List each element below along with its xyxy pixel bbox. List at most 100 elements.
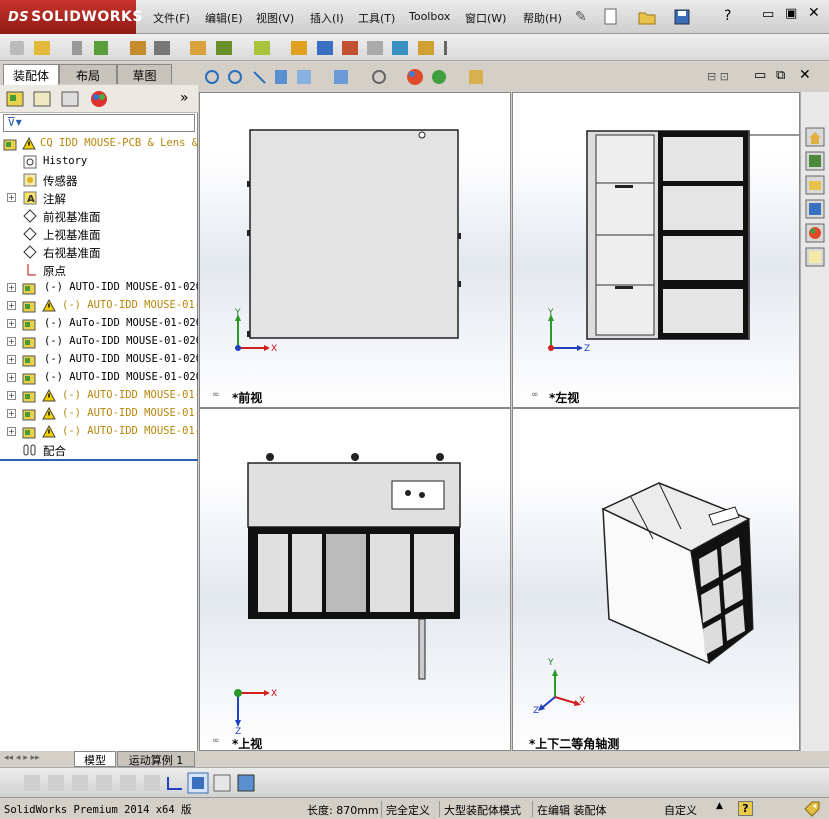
- origin-icon: [27, 264, 36, 276]
- expand-chevron-icon[interactable]: »: [180, 90, 189, 106]
- tree-item-mates[interactable]: 配合: [0, 441, 198, 459]
- menu-insert[interactable]: 插入(I): [310, 10, 344, 26]
- tree-item-component[interactable]: + (-) AUTO-IDD MOUSE-01-0205: [0, 351, 198, 369]
- app-logo[interactable]: DS SOLIDWORKS: [0, 0, 142, 34]
- expand-toggle[interactable]: +: [7, 427, 16, 436]
- save-icon[interactable]: [673, 8, 691, 26]
- axis-label-x: X: [271, 689, 278, 699]
- minimize-icon[interactable]: ▭: [762, 7, 774, 22]
- tree-item-component[interactable]: + (-) AUTO-IDD MOUSE-01-0: [0, 405, 198, 423]
- expand-toggle[interactable]: +: [7, 337, 16, 346]
- expand-toggle[interactable]: +: [7, 319, 16, 328]
- front-view-model[interactable]: [200, 93, 512, 409]
- menu-toolbox[interactable]: Toolbox: [409, 10, 450, 23]
- close-icon[interactable]: ✕: [808, 5, 820, 21]
- tree-filter[interactable]: ⊽▾: [3, 114, 195, 132]
- menu-view[interactable]: 视图(V): [256, 10, 294, 26]
- warning-icon: [42, 389, 56, 402]
- tree-item-component[interactable]: + (-) AUTO-IDD MOUSE-01-0: [0, 297, 198, 315]
- tree-item-component[interactable]: + (-) AuTo-IDD MOUSE-01-0203: [0, 333, 198, 351]
- view-toolbar-icons[interactable]: [20, 772, 260, 794]
- units-dropdown-icon[interactable]: ▲: [716, 801, 723, 811]
- rollback-bar[interactable]: [0, 459, 198, 461]
- help-icon[interactable]: ?: [724, 8, 731, 24]
- expand-toggle[interactable]: +: [7, 301, 16, 310]
- expand-toggle[interactable]: +: [7, 373, 16, 382]
- tree-item-component[interactable]: + (-) AUTO-IDD MOUSE-01-0: [0, 387, 198, 405]
- part-icon: [22, 283, 36, 295]
- tree-item-component[interactable]: + (-) AUTO-IDD MOUSE-01-0204: [0, 369, 198, 387]
- expand-toggle[interactable]: +: [7, 409, 16, 418]
- expand-toggle[interactable]: +: [7, 391, 16, 400]
- axis-label-z: Z: [533, 706, 540, 716]
- heads-up-toolbar: [199, 64, 511, 92]
- expand-toggle[interactable]: +: [7, 193, 16, 202]
- mates-icon: [23, 444, 36, 456]
- tab-motion-study[interactable]: 运动算例 1: [117, 751, 195, 767]
- plane-icon: [23, 227, 37, 241]
- warning-icon: [42, 407, 56, 420]
- status-length: 长度: 870mm: [307, 804, 379, 817]
- open-folder-icon[interactable]: [638, 8, 656, 26]
- new-document-icon[interactable]: [602, 8, 620, 26]
- feature-manager-icon[interactable]: [5, 89, 27, 109]
- menu-tools[interactable]: 工具(T): [358, 10, 395, 26]
- tag-icon[interactable]: [803, 800, 821, 818]
- sensor-icon: [23, 173, 37, 187]
- task-pane-icons[interactable]: [801, 92, 829, 272]
- menu-window[interactable]: 窗口(W): [465, 10, 506, 26]
- restore-icon[interactable]: ▣: [785, 6, 797, 21]
- viewport-minimize-icon[interactable]: ▭: [754, 68, 766, 83]
- viewport-front[interactable]: Y X ∞ *前视: [199, 92, 511, 408]
- tab-model[interactable]: 模型: [74, 751, 116, 767]
- tab-sketch[interactable]: 草图: [117, 64, 172, 84]
- tree-item-component[interactable]: + (-) AUTO-IDD MOUSE-01-0209: [0, 279, 198, 297]
- warning-icon: [22, 137, 36, 150]
- pin-icon[interactable]: ✎: [575, 9, 587, 25]
- help-icon[interactable]: ?: [738, 801, 753, 816]
- tree-item-component[interactable]: + (-) AuTo-IDD MOUSE-01-0202: [0, 315, 198, 333]
- toolbar-icons[interactable]: [8, 38, 448, 58]
- viewport-close-icon[interactable]: ✕: [799, 67, 811, 83]
- viewport-top-label: *上视: [232, 737, 263, 751]
- part-icon: [22, 319, 36, 331]
- configuration-manager-icon[interactable]: [60, 89, 82, 109]
- property-manager-icon[interactable]: [32, 89, 54, 109]
- menu-file[interactable]: 文件(F): [153, 10, 190, 26]
- tree-item-right-plane[interactable]: 右视基准面: [0, 243, 198, 261]
- tree-item-sensors[interactable]: 传感器: [0, 171, 198, 189]
- tab-scroll-arrows[interactable]: ◂◂ ◂ ▸ ▸▸: [4, 753, 40, 763]
- part-icon: [22, 427, 36, 439]
- menu-help[interactable]: 帮助(H): [523, 10, 562, 26]
- tree-root[interactable]: CQ IDD MOUSE-PCB & Lens &: [0, 135, 198, 153]
- display-manager-icon[interactable]: [88, 89, 110, 109]
- menu-edit[interactable]: 编辑(E): [205, 10, 243, 26]
- filter-icon[interactable]: ⊽▾: [7, 115, 22, 129]
- warning-icon: [42, 425, 56, 438]
- assembly-icon: [3, 139, 17, 151]
- tree-item-front-plane[interactable]: 前视基准面: [0, 207, 198, 225]
- tree-item-component[interactable]: + (-) AUTO-IDD MOUSE-01-0: [0, 423, 198, 441]
- expand-toggle[interactable]: +: [7, 283, 16, 292]
- part-icon: [22, 301, 36, 313]
- manager-icon-bar: »: [0, 85, 198, 113]
- part-icon: [22, 355, 36, 367]
- link-icon: ∞: [212, 390, 220, 400]
- part-icon: [22, 391, 36, 403]
- tab-assembly[interactable]: 装配体: [3, 64, 59, 85]
- viewport-top[interactable]: X Z ∞ *上视: [199, 408, 511, 751]
- viewport-left[interactable]: Y Z ∞ *左视: [512, 92, 800, 408]
- viewport-left-label: *左视: [549, 391, 580, 405]
- viewport-front-label: *前视: [232, 391, 263, 405]
- tab-layout[interactable]: 布局: [59, 64, 117, 84]
- view-tools-icons[interactable]: [199, 64, 511, 92]
- viewport-restore-icon[interactable]: ⧉: [776, 68, 785, 83]
- expand-toggle[interactable]: +: [7, 355, 16, 364]
- tree-item-origin[interactable]: 原点: [0, 261, 198, 279]
- tree-item-history[interactable]: History: [0, 153, 198, 171]
- viewport-isometric[interactable]: Y X Z *上下二等角轴测: [512, 408, 800, 751]
- tree-item-top-plane[interactable]: 上视基准面: [0, 225, 198, 243]
- left-view-model[interactable]: [513, 93, 801, 409]
- tree-item-annotations[interactable]: + A 注解: [0, 189, 198, 207]
- viewport-layout-icons[interactable]: ⊟ ⊡: [707, 70, 729, 83]
